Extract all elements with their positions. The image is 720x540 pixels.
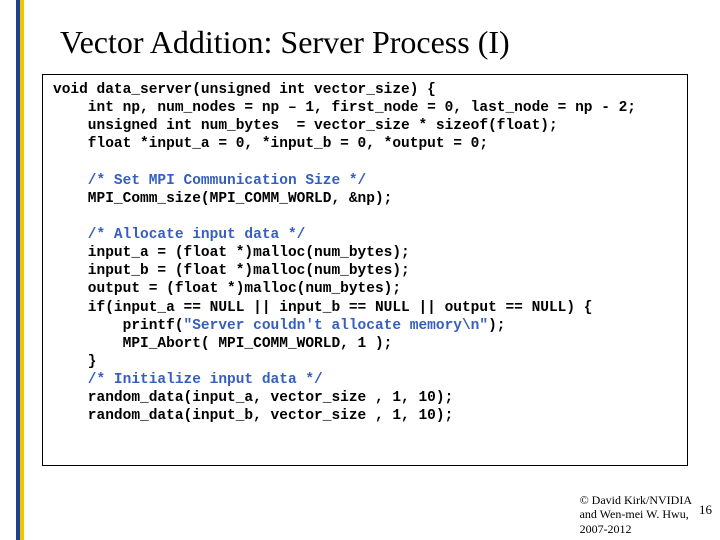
page-number: 16 (699, 502, 712, 518)
code-line: output = (float *)malloc(num_bytes); (53, 281, 401, 297)
footer-line: © David Kirk/NVIDIA (580, 493, 692, 507)
code-line: printf( (53, 318, 184, 334)
code-comment: /* Initialize input data */ (53, 372, 323, 388)
code-comment: /* Allocate input data */ (53, 227, 305, 243)
code-line: int np, num_nodes = np – 1, first_node =… (53, 100, 636, 116)
code-line: void data_server(unsigned int vector_siz… (53, 82, 436, 98)
code-line: } (53, 354, 97, 370)
code-comment: /* Set MPI Communication Size */ (53, 173, 366, 189)
code-frame: void data_server(unsigned int vector_siz… (42, 74, 688, 466)
code-line: input_a = (float *)malloc(num_bytes); (53, 245, 410, 261)
code-block: void data_server(unsigned int vector_siz… (53, 81, 677, 425)
code-line: if(input_a == NULL || input_b == NULL ||… (53, 300, 593, 316)
code-line: MPI_Comm_size(MPI_COMM_WORLD, &np); (53, 191, 392, 207)
slide-accent-bar (16, 0, 26, 540)
slide-title: Vector Addition: Server Process (I) (60, 24, 700, 61)
code-string: "Server couldn't allocate memory\n" (184, 318, 489, 334)
code-line: ); (488, 318, 505, 334)
accent-stripe-yellow (20, 0, 24, 540)
code-line: random_data(input_b, vector_size , 1, 10… (53, 408, 453, 424)
code-line: input_b = (float *)malloc(num_bytes); (53, 263, 410, 279)
code-line: float *input_a = 0, *input_b = 0, *outpu… (53, 136, 488, 152)
slide-footer: © David Kirk/NVIDIA and Wen-mei W. Hwu, … (580, 493, 692, 536)
code-line: random_data(input_a, vector_size , 1, 10… (53, 390, 453, 406)
code-line: unsigned int num_bytes = vector_size * s… (53, 118, 558, 134)
footer-line: and Wen-mei W. Hwu, (580, 507, 689, 521)
code-line: MPI_Abort( MPI_COMM_WORLD, 1 ); (53, 336, 392, 352)
footer-line: 2007-2012 (580, 522, 632, 536)
